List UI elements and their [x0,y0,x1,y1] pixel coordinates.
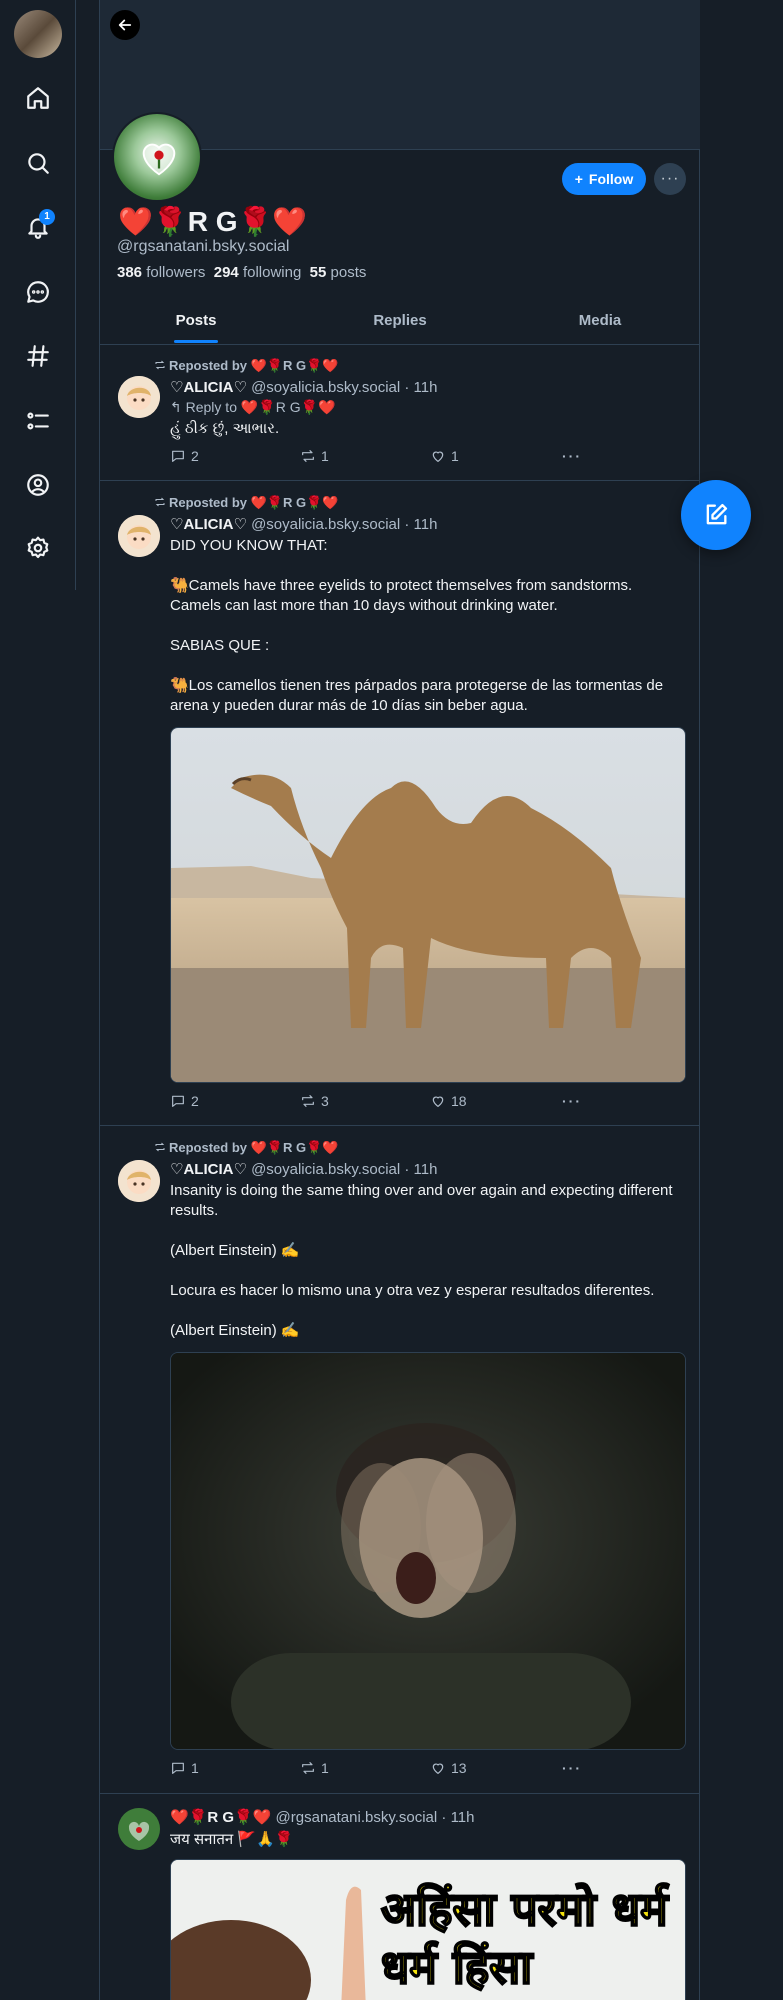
post-header: ♡ALICIA♡ @soyalicia.bsky.social · 11h [170,515,437,533]
repost-icon [302,450,314,462]
posts-count: 55 posts [309,264,367,281]
repost-icon [155,1142,165,1152]
avatar[interactable] [118,376,160,418]
camel-image[interactable] [170,727,686,1083]
hashtag-icon[interactable] [18,336,58,376]
tab-replies[interactable]: Replies [358,312,442,329]
post-item[interactable]: Reposted by ❤️🌹R G🌹❤️ ♡ALICIA♡ @soyalici… [100,1126,700,1794]
like-button[interactable]: 1 [430,448,459,464]
avatar[interactable] [118,515,160,557]
comment-icon [172,450,184,462]
notification-badge: 1 [39,209,55,225]
left-nav: 1 [0,0,76,590]
comment-icon [172,1095,184,1107]
reply-to-indicator[interactable]: ↰ Reply to ❤️🌹R G🌹❤️ [170,399,335,416]
repost-icon [155,497,165,507]
reply-button[interactable]: 1 [170,1760,199,1776]
avatar[interactable] [118,1808,160,1850]
current-user-avatar[interactable] [14,10,62,58]
profile-column: + Follow ··· ❤️🌹R G🌹❤️ @rgsanatani.bsky.… [99,0,700,2000]
post-header: ♡ALICIA♡ @soyalicia.bsky.social · 11h [170,1160,437,1178]
follow-button[interactable]: + Follow [562,163,646,195]
repost-indicator[interactable]: Reposted by ❤️🌹R G🌹❤️ [154,358,338,374]
author-name[interactable]: ❤️🌹R G🌹❤️ [170,1809,271,1826]
post-item[interactable]: Reposted by ❤️🌹R G🌹❤️ ♡ALICIA♡ @soyalici… [100,346,700,481]
heart-icon [432,451,444,462]
author-meta[interactable]: @rgsanatani.bsky.social · 11h [276,1809,475,1826]
settings-icon[interactable] [18,528,58,568]
following-link[interactable]: 294 following [214,264,302,281]
screaming-woman-image[interactable] [170,1352,686,1750]
post-more-button[interactable]: ··· [562,1093,582,1109]
chat-icon[interactable] [18,272,58,312]
author-name[interactable]: ♡ALICIA♡ [170,1161,247,1178]
reply-button[interactable]: 2 [170,1093,199,1109]
post-text: Insanity is doing the same thing over an… [170,1182,673,1339]
profile-tabs: Posts Replies Media [100,300,700,345]
profile-icon[interactable] [18,465,58,505]
post-actions: 2 1 1 ··· [170,448,590,468]
repost-indicator[interactable]: Reposted by ❤️🌹R G🌹❤️ [154,495,338,511]
repost-button[interactable]: 3 [300,1093,329,1109]
post-text: जय सनातन 🚩🙏🌹 [170,1831,294,1848]
repost-button[interactable]: 1 [300,1760,329,1776]
tab-media[interactable]: Media [558,312,642,329]
arrow-left-icon [118,19,132,31]
image-caption: अहिंसा परमो धर्म धर्म हिंसा [380,1881,684,1995]
post-more-button[interactable]: ··· [562,1760,582,1776]
post-text: હું ઠીક છું, આભાર. [170,420,280,437]
like-button[interactable]: 18 [430,1093,467,1109]
list-icon[interactable] [18,401,58,441]
ahimsa-image[interactable]: अहिंसा परमो धर्म धर्म हिंसा [170,1859,686,2000]
like-button[interactable]: 13 [430,1760,467,1776]
search-icon[interactable] [18,143,58,183]
author-meta[interactable]: @soyalicia.bsky.social · 11h [251,516,437,533]
author-name[interactable]: ♡ALICIA♡ [170,516,247,533]
comment-icon [172,1762,184,1774]
post-more-button[interactable]: ··· [562,448,582,464]
back-button[interactable] [110,10,140,40]
compose-button[interactable] [681,480,751,550]
author-meta[interactable]: @soyalicia.bsky.social · 11h [251,379,437,396]
reply-button[interactable]: 2 [170,448,199,464]
post-header: ❤️🌹R G🌹❤️ @rgsanatani.bsky.social · 11h [170,1808,474,1826]
active-tab-indicator [174,340,218,343]
avatar[interactable] [118,1160,160,1202]
post-item[interactable]: Reposted by ❤️🌹R G🌹❤️ ♡ALICIA♡ @soyalici… [100,481,700,1126]
repost-indicator[interactable]: Reposted by ❤️🌹R G🌹❤️ [154,1140,338,1156]
post-item[interactable]: ❤️🌹R G🌹❤️ @rgsanatani.bsky.social · 11h … [100,1794,700,2000]
profile-avatar[interactable] [112,112,202,202]
post-actions: 1 1 13 ··· [170,1760,590,1780]
heart-icon [432,1763,444,1774]
profile-stats: 386 followers 294 following 55 posts [117,264,366,281]
home-icon[interactable] [18,78,58,118]
profile-handle: @rgsanatani.bsky.social [117,238,290,255]
repost-button[interactable]: 1 [300,448,329,464]
pencil-square-icon [706,503,728,525]
post-text: DID YOU KNOW THAT: 🐫Camels have three ey… [170,537,664,714]
repost-icon [302,1095,314,1107]
repost-icon [155,360,165,370]
author-name[interactable]: ♡ALICIA♡ [170,379,247,396]
heart-icon [432,1096,444,1107]
author-meta[interactable]: @soyalicia.bsky.social · 11h [251,1161,437,1178]
post-actions: 2 3 18 ··· [170,1093,590,1113]
followers-link[interactable]: 386 followers [117,264,205,281]
tab-posts[interactable]: Posts [154,312,238,329]
bell-icon[interactable]: 1 [18,207,58,247]
profile-display-name: ❤️🌹R G🌹❤️ [118,206,308,237]
post-header: ♡ALICIA♡ @soyalicia.bsky.social · 11h [170,378,437,396]
heart-rose-icon [142,143,176,176]
more-options-button[interactable]: ··· [654,163,686,195]
plus-icon: + [574,171,583,187]
follow-label: Follow [588,171,634,187]
repost-icon [302,1762,314,1774]
